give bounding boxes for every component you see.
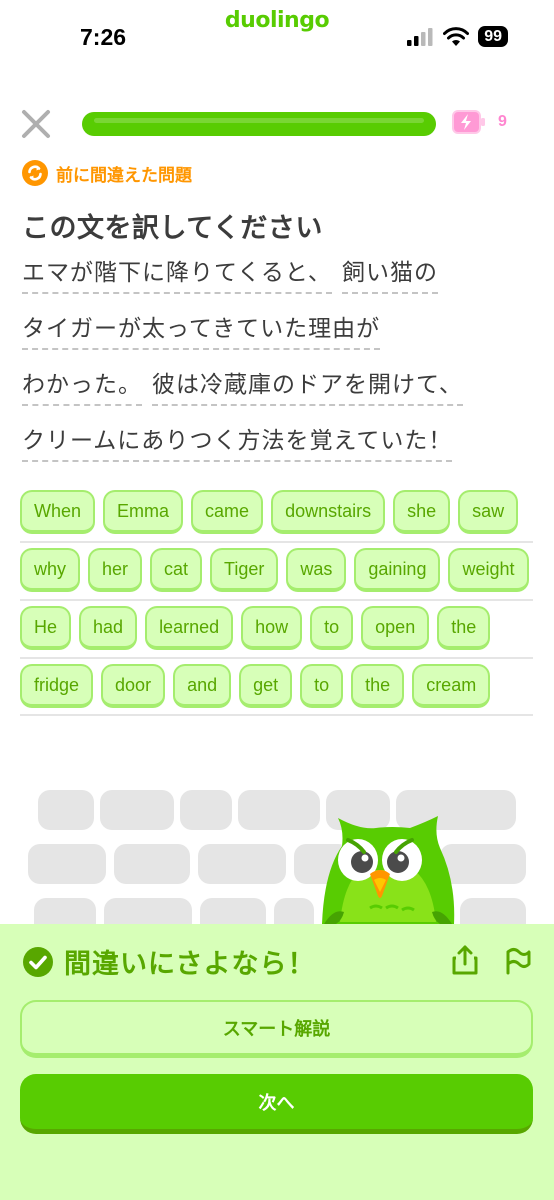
word-tile[interactable]: to bbox=[300, 664, 344, 708]
word-tile[interactable]: learned bbox=[145, 606, 234, 650]
word-tile[interactable]: saw bbox=[458, 490, 519, 534]
answer-line bbox=[20, 714, 533, 716]
sentence-segment[interactable]: タイガーが太ってきていた理由が bbox=[22, 309, 381, 350]
word-tile[interactable]: the bbox=[437, 606, 491, 650]
word-tile[interactable]: to bbox=[310, 606, 354, 650]
sentence-line: クリームにありつく方法を覚えていた！ bbox=[22, 421, 453, 462]
duo-owl-mascot bbox=[322, 816, 455, 924]
energy-count: 9 bbox=[498, 113, 507, 130]
word-tile[interactable]: door bbox=[101, 664, 166, 708]
refresh-icon bbox=[22, 160, 48, 186]
word-bank-slot bbox=[198, 844, 286, 884]
word-bank-slot bbox=[114, 844, 190, 884]
word-bank-slot bbox=[238, 790, 320, 830]
energy-battery-icon bbox=[452, 110, 485, 134]
word-tile[interactable]: cat bbox=[150, 548, 203, 592]
wifi-icon bbox=[443, 27, 470, 46]
word-tile[interactable]: cream bbox=[412, 664, 491, 708]
energy-indicator[interactable]: 9 bbox=[452, 110, 507, 134]
word-tile[interactable]: why bbox=[20, 548, 81, 592]
progress-fill bbox=[82, 112, 436, 136]
next-button[interactable]: 次へ bbox=[20, 1074, 533, 1134]
word-bank-slot bbox=[180, 790, 232, 830]
close-icon[interactable] bbox=[18, 106, 54, 142]
battery-icon: 99 bbox=[478, 26, 508, 47]
word-tile[interactable]: Tiger bbox=[210, 548, 279, 592]
sentence-segment[interactable]: エマが階下に降りてくると、 bbox=[22, 253, 332, 294]
word-tile[interactable]: had bbox=[79, 606, 138, 650]
result-header: 間違いにさよなら！ bbox=[22, 942, 315, 981]
signal-icon bbox=[407, 27, 433, 46]
answer-line bbox=[20, 657, 533, 659]
word-tile[interactable]: she bbox=[393, 490, 451, 534]
sentence-line: タイガーが太ってきていた理由が bbox=[22, 309, 381, 350]
sentence-segment[interactable]: クリームにありつく方法を覚えていた！ bbox=[22, 421, 453, 462]
word-tile[interactable]: and bbox=[173, 664, 232, 708]
word-bank-slot bbox=[100, 790, 174, 830]
result-title: 間違いにさよなら！ bbox=[64, 949, 316, 980]
word-bank-slot bbox=[28, 844, 106, 884]
answer-line bbox=[20, 599, 533, 601]
answer-row: fridge door and get to the cream bbox=[20, 664, 491, 710]
word-tile[interactable]: get bbox=[239, 664, 293, 708]
share-icon[interactable] bbox=[450, 944, 480, 976]
word-tile[interactable]: Emma bbox=[103, 490, 184, 534]
status-icons: 99 bbox=[406, 26, 508, 47]
sentence-segment[interactable]: 飼い猫の bbox=[341, 253, 438, 294]
word-tile[interactable]: came bbox=[191, 490, 264, 534]
word-tile[interactable]: was bbox=[286, 548, 347, 592]
sentence-line: わかった。 彼は冷蔵庫のドアを開けて、 bbox=[22, 366, 463, 406]
answer-row: When Emma came downstairs she saw bbox=[20, 490, 519, 536]
word-tile[interactable]: When bbox=[20, 490, 96, 534]
word-bank-slot bbox=[38, 790, 94, 830]
answer-row: He had learned how to open the bbox=[20, 606, 491, 652]
mistake-review-badge: 前に間違えた問題 bbox=[22, 160, 192, 186]
answer-row: why her cat Tiger was gaining weight bbox=[20, 548, 529, 594]
check-circle-icon bbox=[23, 946, 53, 977]
word-tile[interactable]: downstairs bbox=[271, 490, 386, 534]
badge-label: 前に間違えた問題 bbox=[56, 165, 192, 186]
lesson-progress-bar bbox=[82, 112, 436, 136]
word-tile[interactable]: weight bbox=[448, 548, 529, 592]
word-tile[interactable]: gaining bbox=[354, 548, 441, 592]
sentence-segment[interactable]: 彼は冷蔵庫のドアを開けて、 bbox=[152, 365, 463, 406]
word-tile[interactable]: open bbox=[361, 606, 430, 650]
word-tile[interactable]: her bbox=[88, 548, 143, 592]
answer-line bbox=[20, 541, 533, 543]
word-tile[interactable]: He bbox=[20, 606, 72, 650]
flag-report-icon[interactable] bbox=[503, 944, 533, 976]
word-tile[interactable]: how bbox=[241, 606, 303, 650]
smart-explain-button[interactable]: スマート解説 bbox=[20, 1000, 533, 1058]
sentence-segment[interactable]: わかった。 bbox=[22, 365, 142, 406]
word-tile[interactable]: fridge bbox=[20, 664, 94, 708]
instruction-title: この文を訳してください bbox=[22, 213, 323, 244]
word-tile[interactable]: the bbox=[351, 664, 405, 708]
sentence-line: エマが階下に降りてくると、 飼い猫の bbox=[22, 254, 438, 294]
